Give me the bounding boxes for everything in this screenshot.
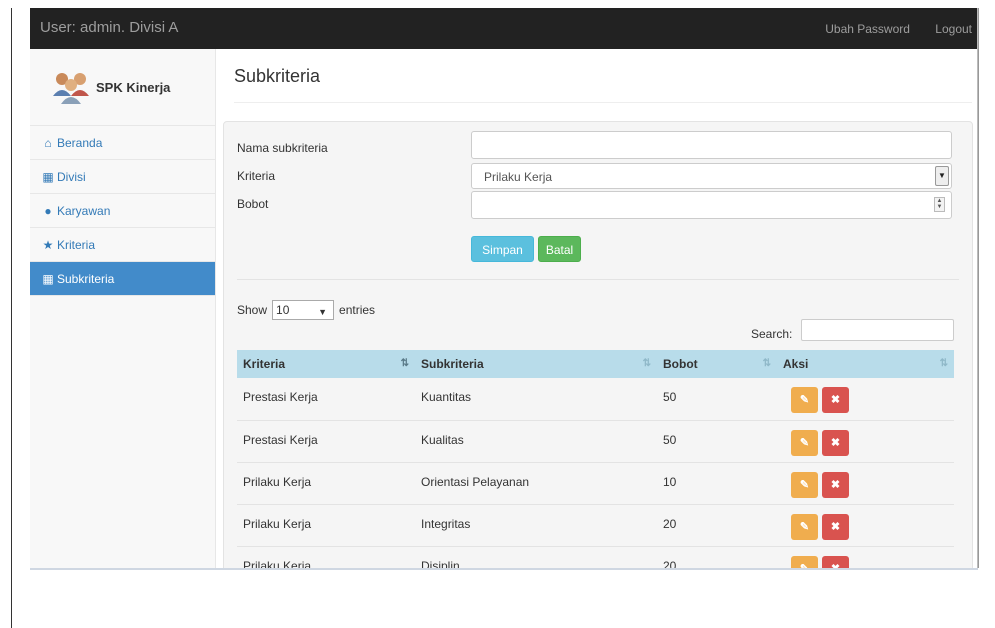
kriteria-label: Kriteria bbox=[237, 169, 276, 183]
sort-icon: ⇅ bbox=[939, 358, 948, 369]
edit-icon[interactable]: ✎ bbox=[791, 387, 818, 413]
chevron-down-icon: ▼ bbox=[318, 307, 328, 317]
cell-aksi: ✎✖ bbox=[777, 378, 954, 421]
cell-kriteria: Prestasi Kerja bbox=[237, 378, 415, 421]
sidebar-item-kriteria[interactable]: ★ Kriteria bbox=[30, 228, 215, 262]
search-label: Search: bbox=[751, 327, 793, 341]
bobot-label: Bobot bbox=[237, 197, 269, 211]
sort-icon: ⇅ bbox=[642, 358, 651, 369]
sidebar-item-karyawan[interactable]: ● Karyawan bbox=[30, 194, 215, 228]
show-label: Show bbox=[237, 303, 268, 317]
cell-kriteria: Prilaku Kerja bbox=[237, 504, 415, 547]
edit-icon[interactable]: ✎ bbox=[791, 513, 818, 540]
cell-subkriteria: Kuantitas bbox=[415, 378, 657, 421]
cell-kriteria: Prilaku Kerja bbox=[237, 546, 415, 568]
delete-icon[interactable]: ✖ bbox=[822, 429, 849, 456]
top-links: Ubah Password Logout bbox=[803, 22, 972, 36]
name-label: Nama subkriteria bbox=[237, 141, 328, 155]
column-header-kriteria[interactable]: Kriteria ⇅ bbox=[237, 350, 415, 378]
entries-length-control: Show 10 ▼ entries bbox=[237, 300, 375, 320]
sidebar-item-divisi[interactable]: ▦ Divisi bbox=[30, 160, 215, 194]
frame-border-left bbox=[11, 8, 12, 628]
cell-subkriteria: Orientasi Pelayanan bbox=[415, 462, 657, 505]
cell-bobot: 10 bbox=[657, 462, 777, 505]
cell-subkriteria: Kualitas bbox=[415, 420, 657, 463]
window-bottom-edge bbox=[30, 568, 978, 570]
title-divider bbox=[234, 102, 972, 103]
sort-icon: ⇅ bbox=[762, 358, 771, 369]
form-divider bbox=[237, 279, 959, 280]
page-title: Subkriteria bbox=[234, 66, 321, 86]
sidebar-item-beranda[interactable]: ⌂ Beranda bbox=[30, 126, 215, 160]
grid-icon: ▦ bbox=[42, 271, 54, 286]
edit-icon[interactable]: ✎ bbox=[791, 429, 818, 456]
app-window: User: admin. Divisi A Ubah Password Logo… bbox=[30, 8, 978, 568]
user-icon: ● bbox=[44, 203, 52, 218]
main-content: Subkriteria Nama subkriteria Kriteria Pr… bbox=[216, 49, 977, 568]
change-password-link[interactable]: Ubah Password bbox=[825, 22, 910, 36]
sidebar-item-label: Karyawan bbox=[57, 203, 111, 218]
edit-icon[interactable]: ✎ bbox=[791, 471, 818, 498]
top-navbar: User: admin. Divisi A Ubah Password Logo… bbox=[30, 8, 977, 49]
table-row: Prilaku Kerja Disiplin 20 ✎✖ bbox=[237, 546, 954, 568]
table-header-row: Kriteria ⇅ Subkriteria ⇅ Bobot ⇅ Aksi ⇅ bbox=[237, 350, 954, 378]
delete-icon[interactable]: ✖ bbox=[822, 513, 849, 540]
table-row: Prestasi Kerja Kuantitas 50 ✎ ✖ bbox=[237, 378, 954, 421]
form-panel: Nama subkriteria Kriteria Prilaku Kerja … bbox=[223, 121, 973, 568]
table-row: Prilaku Kerja Integritas 20 ✎ ✖ bbox=[237, 504, 954, 547]
brand-title: SPK Kinerja bbox=[96, 79, 171, 95]
subkriteria-name-input[interactable] bbox=[471, 131, 952, 159]
table-row: Prestasi Kerja Kualitas 50 ✎ ✖ bbox=[237, 420, 954, 463]
cell-aksi: ✎✖ bbox=[777, 504, 954, 547]
sort-asc-icon: ⇅ bbox=[400, 358, 409, 369]
kriteria-select[interactable]: Prilaku Kerja ▼ bbox=[471, 163, 952, 189]
grid-icon: ▦ bbox=[42, 169, 54, 184]
entries-label: entries bbox=[339, 303, 376, 317]
cell-kriteria: Prestasi Kerja bbox=[237, 420, 415, 463]
sidebar-item-label: Beranda bbox=[57, 135, 103, 150]
cell-bobot: 50 bbox=[657, 378, 777, 421]
sidebar-item-subkriteria[interactable]: ▦ Subkriteria bbox=[30, 262, 215, 296]
logout-link[interactable]: Logout bbox=[935, 22, 972, 36]
table-row: Prilaku Kerja Orientasi Pelayanan 10 ✎ ✖ bbox=[237, 462, 954, 505]
cell-kriteria: Prilaku Kerja bbox=[237, 462, 415, 505]
brand[interactable]: SPK Kinerja bbox=[30, 49, 215, 126]
cell-bobot: 50 bbox=[657, 420, 777, 463]
window-right-edge bbox=[978, 8, 979, 568]
user-info: User: admin. Divisi A bbox=[40, 19, 179, 36]
cancel-button[interactable]: Batal bbox=[538, 236, 581, 262]
cell-aksi: ✎✖ bbox=[777, 420, 954, 463]
cell-aksi: ✎✖ bbox=[777, 462, 954, 505]
sidebar-item-label: Subkriteria bbox=[57, 271, 115, 286]
delete-icon[interactable]: ✖ bbox=[822, 471, 849, 498]
column-header-aksi[interactable]: Aksi ⇅ bbox=[777, 350, 954, 378]
cell-aksi: ✎✖ bbox=[777, 546, 954, 568]
brand-logo-icon bbox=[52, 70, 90, 104]
chevron-down-icon: ▼ bbox=[935, 166, 949, 186]
column-header-bobot[interactable]: Bobot ⇅ bbox=[657, 350, 777, 378]
sidebar: SPK Kinerja ⌂ Beranda ▦ Divisi ● Karyawa… bbox=[30, 49, 216, 568]
spinner-icon[interactable]: ▲ ▼ bbox=[934, 197, 945, 212]
bobot-number-input[interactable]: ▲ ▼ bbox=[471, 191, 952, 219]
subkriteria-table: Kriteria ⇅ Subkriteria ⇅ Bobot ⇅ Aksi ⇅ Pres… bbox=[237, 350, 954, 568]
save-button[interactable]: Simpan bbox=[471, 236, 534, 262]
delete-icon[interactable]: ✖ bbox=[822, 387, 849, 413]
sidebar-item-label: Divisi bbox=[57, 169, 86, 184]
cell-bobot: 20 bbox=[657, 504, 777, 547]
search-input[interactable] bbox=[801, 319, 954, 341]
kriteria-selected-value: Prilaku Kerja bbox=[484, 170, 553, 184]
cell-bobot: 20 bbox=[657, 546, 777, 568]
edit-icon[interactable]: ✎ bbox=[791, 555, 818, 568]
cell-subkriteria: Disiplin bbox=[415, 546, 657, 568]
delete-icon[interactable]: ✖ bbox=[822, 555, 849, 568]
entries-value: 10 bbox=[276, 303, 290, 317]
column-header-subkriteria[interactable]: Subkriteria ⇅ bbox=[415, 350, 657, 378]
cell-subkriteria: Integritas bbox=[415, 504, 657, 547]
sidebar-item-label: Kriteria bbox=[57, 237, 96, 252]
star-icon: ★ bbox=[42, 237, 54, 252]
entries-select[interactable]: 10 ▼ bbox=[272, 300, 335, 320]
home-icon: ⌂ bbox=[44, 135, 52, 150]
